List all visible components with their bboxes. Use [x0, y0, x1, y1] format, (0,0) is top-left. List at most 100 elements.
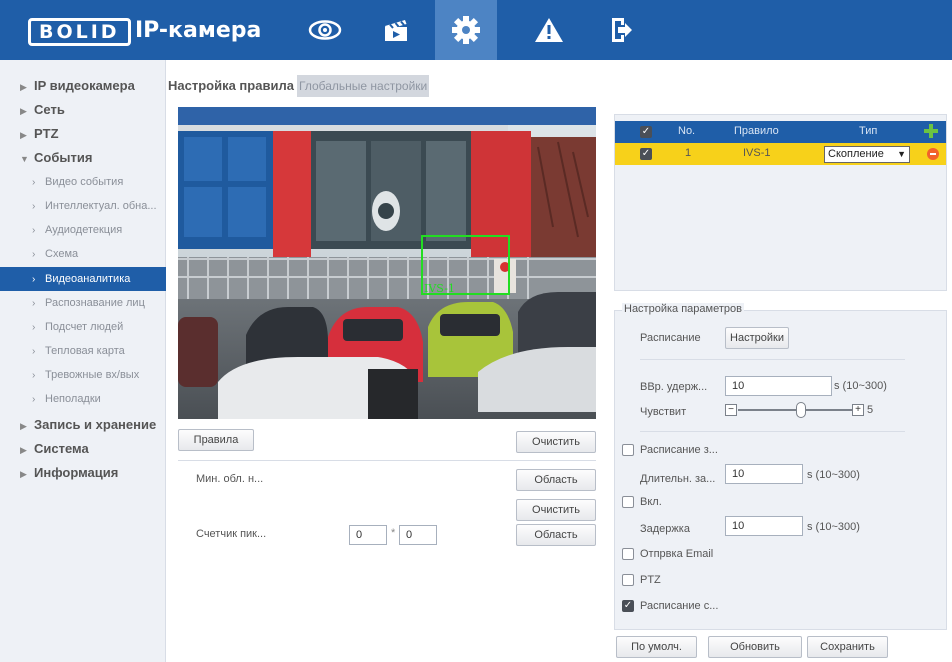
ptz-checkbox[interactable] — [622, 574, 634, 586]
divider — [640, 431, 905, 432]
pixel-counter-label: Счетчик пик... — [196, 528, 267, 540]
refresh-button[interactable]: Обновить — [708, 636, 802, 658]
column-rule: Правило — [734, 125, 779, 137]
camera-scene: IVS-1 — [178, 107, 596, 419]
pixel-height-input[interactable]: 0 — [399, 525, 437, 545]
chevron-right-icon: › — [32, 274, 36, 285]
rule-enable-checkbox[interactable]: ✓ — [640, 148, 652, 160]
send-email-label: Отпрвка Email — [640, 548, 714, 560]
triangle-right-icon: ▶ — [20, 130, 27, 140]
table-row[interactable]: ✓ 1 IVS-1 Скопление ▼ — [615, 143, 946, 165]
clear-area-button[interactable]: Очистить — [516, 499, 596, 521]
tab-rule-settings[interactable]: Настройка правила — [168, 75, 294, 97]
sensitivity-label: Чувствит — [640, 406, 687, 418]
tab-global-settings[interactable]: Глобальные настройки — [297, 75, 430, 97]
sensitivity-minus-button[interactable]: − — [725, 404, 737, 416]
rule-table-header: ✓ No. Правило Тип — [615, 121, 946, 143]
rule-name: IVS-1 — [743, 147, 771, 159]
pixel-width-input[interactable]: 0 — [349, 525, 387, 545]
sidebar-item-intelligent-detection[interactable]: › Интеллектуал. обна... — [0, 194, 166, 218]
schedule-settings-button[interactable]: Настройки — [725, 327, 789, 349]
schedule-snapshot-checkbox[interactable]: ✓ — [622, 600, 634, 612]
rules-button[interactable]: Правила — [178, 429, 254, 451]
bolid-logo: BOLID — [28, 18, 131, 46]
sidebar-item-heat-map[interactable]: › Тепловая карта — [0, 339, 166, 363]
delete-rule-icon[interactable] — [927, 148, 939, 160]
chevron-down-icon: ▼ — [897, 149, 906, 159]
triangle-right-icon: ▶ — [20, 421, 27, 431]
divider — [178, 460, 596, 461]
select-all-checkbox[interactable]: ✓ — [640, 126, 652, 138]
chevron-right-icon: › — [32, 249, 36, 260]
record-duration-label: Длительн. за... — [640, 473, 716, 485]
delay-input[interactable]: 10 — [725, 516, 803, 536]
camera-live-view[interactable]: IVS-1 — [178, 107, 596, 419]
sidebar-item-faults[interactable]: › Неполадки — [0, 387, 166, 411]
sidebar-item-recording-storage[interactable]: ▶ Запись и хранение — [0, 413, 166, 437]
schedule-record-checkbox[interactable] — [622, 444, 634, 456]
sidebar-item-video-events[interactable]: › Видео события — [0, 170, 166, 194]
hold-time-range: s (10~300) — [834, 380, 887, 392]
top-header: BOLID IP-камера — [0, 0, 952, 60]
add-rule-icon[interactable] — [924, 123, 938, 139]
send-email-checkbox[interactable] — [622, 548, 634, 560]
sidebar-item-network[interactable]: ▶ Сеть — [0, 98, 166, 122]
sidebar-item-information[interactable]: ▶ Информация — [0, 461, 166, 485]
default-button[interactable]: По умолч. — [616, 636, 697, 658]
area-button[interactable]: Область — [516, 469, 596, 491]
sidebar-item-events[interactable]: ▼ События — [0, 146, 166, 170]
sidebar-item-scheme[interactable]: › Схема — [0, 242, 166, 266]
area-button-2[interactable]: Область — [516, 524, 596, 546]
schedule-record-label: Расписание з... — [640, 444, 718, 456]
delay-label: Задержка — [640, 523, 690, 535]
gear-icon[interactable] — [435, 0, 497, 60]
rule-type-select[interactable]: Скопление ▼ — [824, 146, 910, 163]
delay-range: s (10~300) — [807, 521, 860, 533]
column-no: No. — [678, 125, 696, 137]
enable-label: Вкл. — [640, 496, 662, 508]
sensitivity-slider-thumb[interactable] — [795, 402, 806, 418]
sidebar-item-alarm-io[interactable]: › Тревожные вх/вых — [0, 363, 166, 387]
rule-number: 1 — [685, 147, 692, 159]
chevron-right-icon: › — [32, 346, 36, 357]
eye-icon[interactable] — [294, 0, 356, 60]
min-area-label: Мин. обл. н... — [196, 473, 264, 485]
logout-icon[interactable] — [590, 0, 652, 60]
record-duration-range: s (10~300) — [807, 469, 860, 481]
save-button[interactable]: Сохранить — [807, 636, 888, 658]
rule-overlay-label: IVS-1 — [424, 282, 455, 295]
chevron-right-icon: › — [32, 177, 36, 188]
ptz-label: PTZ — [640, 574, 661, 586]
sidebar-item-face-recognition[interactable]: › Распознавание лиц — [0, 291, 166, 315]
params-title: Настройка параметров — [622, 303, 744, 315]
sidebar-item-audio-detection[interactable]: › Аудиодетекция — [0, 218, 166, 242]
sidebar-item-system[interactable]: ▶ Система — [0, 437, 166, 461]
hold-time-label: ВВр. удерж... — [640, 381, 708, 393]
clear-button[interactable]: Очистить — [516, 431, 596, 453]
multiply-sign: * — [391, 527, 396, 539]
triangle-down-icon: ▼ — [20, 154, 29, 164]
record-duration-input[interactable]: 10 — [725, 464, 803, 484]
enable-checkbox[interactable] — [622, 496, 634, 508]
sidebar-item-people-counting[interactable]: › Подсчет людей — [0, 315, 166, 339]
sensitivity-value: 5 — [867, 404, 874, 416]
warning-icon[interactable] — [518, 0, 580, 60]
clapperboard-icon[interactable] — [365, 0, 427, 60]
sensitivity-plus-button[interactable]: + — [852, 404, 864, 416]
triangle-right-icon: ▶ — [20, 445, 27, 455]
rule-table: ✓ No. Правило Тип ✓ 1 IVS-1 Скопление ▼ — [614, 114, 947, 291]
sidebar-item-video-analytics[interactable]: › Видеоаналитика — [0, 267, 166, 291]
triangle-right-icon: ▶ — [20, 469, 27, 479]
chevron-right-icon: › — [32, 225, 36, 236]
chevron-right-icon: › — [32, 394, 36, 405]
chevron-right-icon: › — [32, 322, 36, 333]
divider — [640, 359, 905, 360]
sidebar-item-ip-camera[interactable]: ▶ IP видеокамера — [0, 74, 166, 98]
triangle-right-icon: ▶ — [20, 82, 27, 92]
rule-type-value: Скопление — [828, 148, 884, 160]
hold-time-input[interactable]: 10 — [725, 376, 832, 396]
sidebar-item-ptz[interactable]: ▶ PTZ — [0, 122, 166, 146]
triangle-right-icon: ▶ — [20, 106, 27, 116]
app-title: IP-камера — [135, 18, 262, 43]
schedule-snapshot-label: Расписание с... — [640, 600, 719, 612]
